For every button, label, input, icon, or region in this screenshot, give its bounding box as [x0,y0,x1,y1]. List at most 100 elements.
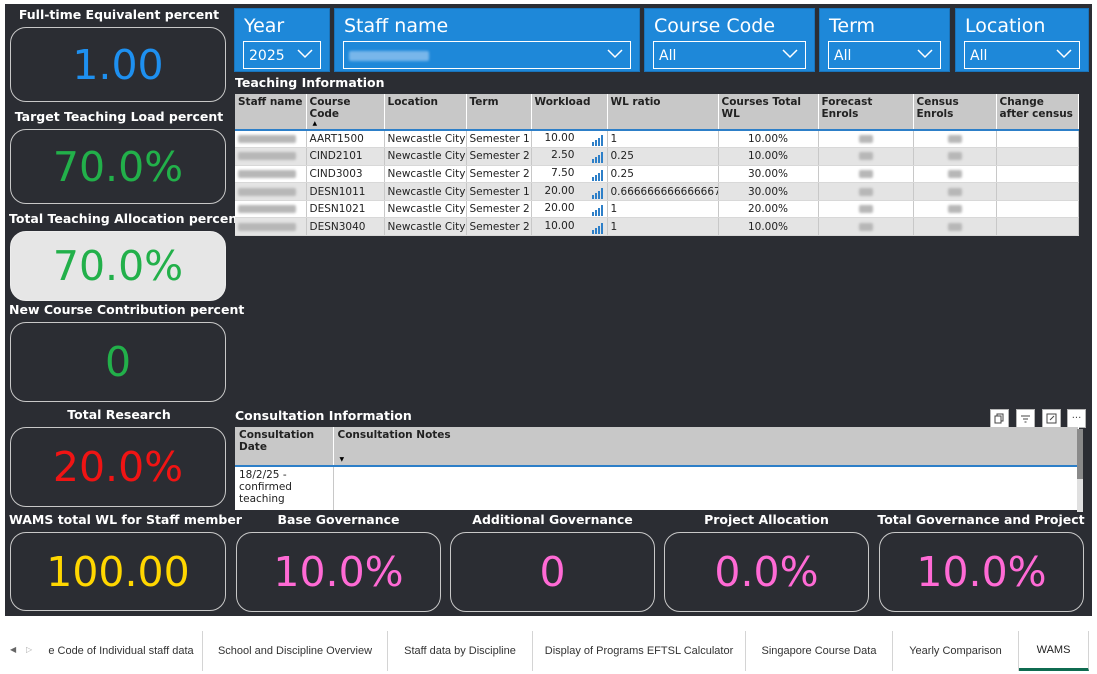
course-code-cell: DESN1011 [306,182,385,201]
location-slicer[interactable]: Location All [955,8,1089,72]
wl-ratio-cell: 1 [607,217,719,237]
teaching-table: Staff name Course Code ▲ Location Term Wo… [235,94,1079,237]
col-consultation-date[interactable]: Consultation Date [235,427,334,466]
fte-card: 1.00 [10,27,226,102]
teaching-title: Teaching Information [235,75,385,90]
chevron-down-icon [1056,49,1072,59]
redacted-staff-name [238,222,296,231]
course-code-cell: AART1500 [306,129,385,149]
year-dropdown[interactable]: 2025 [243,41,321,69]
table-row[interactable]: CIND3003 Newcastle City Semester 2 7.50 0.25… [235,165,1079,184]
filter-icon[interactable] [1016,409,1035,428]
scroll-left-icon[interactable]: ◀ [10,645,16,654]
col-location[interactable]: Location [384,94,467,130]
staff-name-cell [235,165,307,184]
wl-ratio-cell: 0.25 [607,147,719,166]
vertical-scrollbar[interactable] [1077,429,1083,512]
redacted-census [947,169,962,178]
redacted-staff-name [238,152,296,161]
col-change-after-census[interactable]: Change after census [996,94,1079,130]
scrollbar-thumb[interactable] [1077,429,1083,479]
workload-cell: 10.00 [531,217,608,237]
tab-staff-by-discipline[interactable]: Staff data by Discipline [388,631,533,671]
base-gov-label: Base Governance [277,512,400,527]
location-dropdown[interactable]: All [964,41,1080,69]
new-course-label: New Course Contribution percent [9,302,245,317]
staff-dropdown[interactable] [343,41,631,69]
course-slicer-title: Course Code [654,15,776,37]
total-alloc-label: Total Teaching Allocation percent [9,211,244,226]
col-courses-total-wl[interactable]: Courses Total WL [718,94,819,130]
location-cell: Newcastle City [384,200,467,219]
table-row[interactable]: DESN3040 Newcastle City Semester 2 10.00 1 10… [235,217,1079,237]
col-term[interactable]: Term [466,94,532,130]
change-after-census-cell [996,217,1079,237]
course-code-cell: CIND3003 [306,165,385,184]
workload-value: 10.00 [544,219,575,232]
col-consultation-notes[interactable]: Consultation Notes ▼ [333,427,1079,466]
col-workload[interactable]: Workload [531,94,608,130]
redacted-staff-name [238,135,296,144]
col-staff-name[interactable]: Staff name [235,94,307,130]
tab-programs-eftsl[interactable]: Display of Programs EFTSL Calculator [533,631,746,671]
table-row[interactable]: DESN1021 Newcastle City Semester 2 20.00 1 20… [235,200,1079,219]
tab-wams[interactable]: WAMS [1019,631,1089,671]
workload-cell: 7.50 [531,165,608,184]
table-row[interactable]: AART1500 Newcastle City Semester 1 10.00 1 10… [235,129,1079,149]
wams-label: WAMS total WL for Staff member [9,512,242,527]
consultation-table: Consultation Date Consultation Notes ▼ 18… [235,427,1079,510]
tab-yearly-comparison[interactable]: Yearly Comparison [893,631,1019,671]
project-card: 0.0% [664,532,869,612]
redacted-census [947,222,962,231]
table-row[interactable]: 18/2/25 - confirmed teaching [235,465,1079,510]
course-dropdown[interactable]: All [653,41,806,69]
year-slicer[interactable]: Year 2025 [234,8,330,72]
workload-cell: 20.00 [531,200,608,219]
courses-total-wl-cell: 30.00% [718,165,819,184]
year-slicer-title: Year [244,15,285,37]
courses-total-wl-cell: 20.00% [718,200,819,219]
course-code-cell: DESN1021 [306,200,385,219]
table-row[interactable]: CIND2101 Newcastle City Semester 2 2.50 0.25… [235,147,1079,166]
col-wl-ratio[interactable]: WL ratio [607,94,719,130]
tab-school-discipline[interactable]: School and Discipline Overview [203,631,388,671]
course-slicer[interactable]: Course Code All [644,8,815,72]
wams-card: 100.00 [10,532,226,611]
col-census-enrols[interactable]: Census Enrols [913,94,997,130]
bar-chart-icon [591,169,603,181]
col-forecast-enrols[interactable]: Forecast Enrols [818,94,914,130]
workload-cell: 10.00 [531,129,608,149]
workload-cell: 20.00 [531,182,608,201]
location-cell: Newcastle City [384,182,467,201]
change-after-census-cell [996,129,1079,149]
term-slicer[interactable]: Term All [819,8,950,72]
copy-icon[interactable] [990,409,1009,428]
census-enrols-cell [913,165,997,184]
change-after-census-cell [996,165,1079,184]
courses-total-wl-cell: 30.00% [718,182,819,201]
change-after-census-cell [996,147,1079,166]
table-row[interactable]: DESN1011 Newcastle City Semester 1 20.00 0.6… [235,182,1079,201]
wl-ratio-cell: 1 [607,200,719,219]
census-enrols-cell [913,200,997,219]
research-label: Total Research [67,407,171,422]
redacted-staff-name [238,187,296,196]
total-alloc-card: 70.0% [10,231,226,301]
staff-slicer[interactable]: Staff name [334,8,640,72]
change-after-census-cell [996,182,1079,201]
staff-name-redacted [349,51,429,61]
redacted-census [947,187,962,196]
tab-individual-staff[interactable]: e Code of Individual staff data [40,631,203,671]
col-course-code-label: Course Code [309,96,351,120]
focus-mode-icon[interactable] [1042,409,1061,428]
scroll-right-icon[interactable]: ▷ [26,645,32,654]
census-enrols-cell [913,217,997,237]
col-course-code[interactable]: Course Code ▲ [306,94,385,130]
target-label: Target Teaching Load percent [14,109,224,124]
term-cell: Semester 1 [466,182,532,201]
redacted-census [947,205,962,214]
tab-singapore-course[interactable]: Singapore Course Data [746,631,893,671]
redacted-forecast [858,222,873,231]
term-dropdown[interactable]: All [828,41,941,69]
more-options-icon[interactable]: ··· [1067,409,1086,428]
